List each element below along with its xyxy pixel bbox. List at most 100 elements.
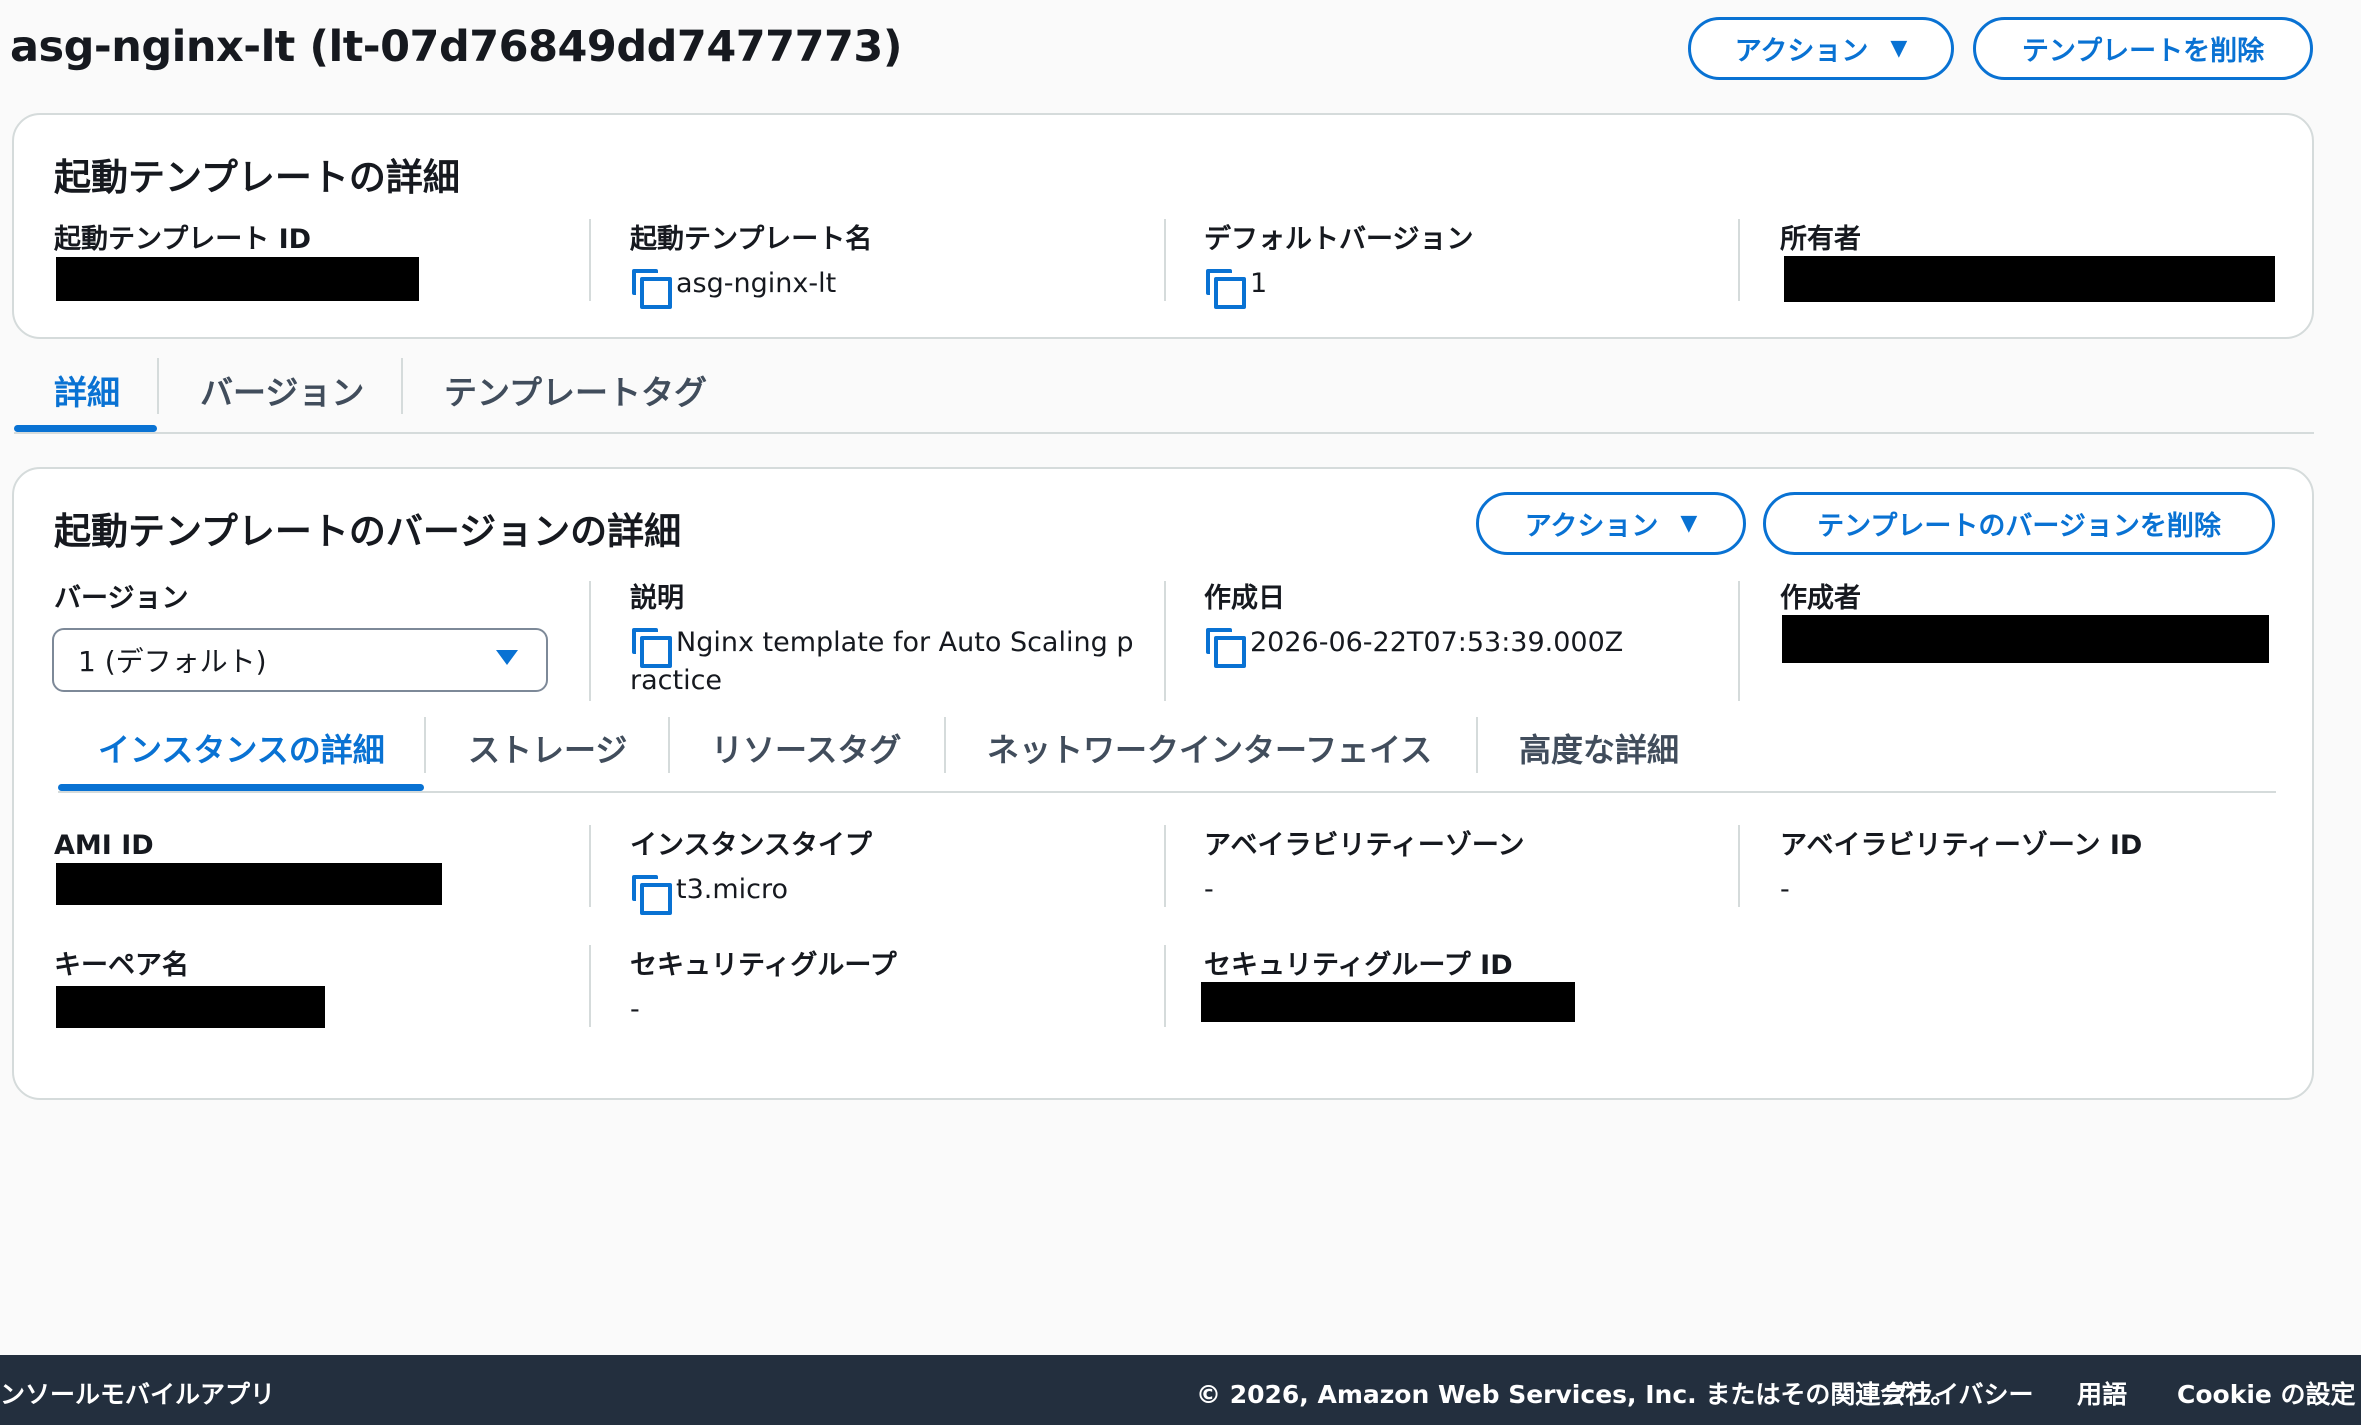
footer-copyright: © 2026, Amazon Web Services, Inc. またはその関… (1196, 1380, 1956, 1409)
delete-version-button[interactable]: テンプレートのバージョンを削除 (1763, 492, 2275, 555)
owner-redacted (1784, 256, 2275, 302)
version-details-title: 起動テンプレートのバージョンの詳細 (54, 510, 682, 553)
copy-icon[interactable] (1204, 626, 1246, 668)
version-select[interactable]: 1 (デフォルト) (52, 628, 548, 692)
delete-template-label: テンプレートを削除 (2021, 36, 2265, 67)
default-version-label: デフォルトバージョン (1204, 224, 1474, 255)
az-field: アベイラビリティーゾーン - (1204, 829, 1764, 909)
active-subtab-indicator (58, 784, 424, 791)
copy-icon[interactable] (630, 267, 672, 309)
template-details-card: 起動テンプレートの詳細 起動テンプレート ID 起動テンプレート名 asg-ng… (12, 113, 2314, 339)
page-title: asg-nginx-lt (lt-07d76849dd7477773) (10, 22, 903, 72)
tab-divider (668, 717, 670, 773)
az-id-label: アベイラビリティーゾーン ID (1780, 830, 2143, 861)
tab-versions[interactable]: バージョン (200, 366, 364, 414)
divider (589, 825, 591, 907)
instance-type-field: インスタンスタイプ t3.micro (630, 829, 1190, 915)
delete-template-button[interactable]: テンプレートを削除 (1973, 17, 2313, 80)
version-field: バージョン (54, 582, 614, 616)
page: asg-nginx-lt (lt-07d76849dd7477773) アクショ… (0, 0, 2361, 1425)
caret-down-icon: ▼ (1890, 36, 1908, 61)
footer-cookie-link[interactable]: Cookie の設定 (2177, 1375, 2356, 1411)
security-group-id-label: セキュリティグループ ID (1204, 950, 1513, 981)
tab-divider (424, 717, 426, 773)
ami-id-redacted (56, 863, 442, 905)
tab-divider (944, 717, 946, 773)
subtab-resource-tags[interactable]: リソースタグ (711, 725, 901, 771)
ami-id-label: AMI ID (54, 830, 154, 861)
template-name-field: 起動テンプレート名 asg-nginx-lt (630, 223, 1190, 309)
tabs-baseline (14, 432, 2314, 434)
template-id-redacted (56, 257, 419, 301)
version-label: バージョン (54, 583, 189, 614)
footer-mobile-app-link[interactable]: ンソールモバイルアプリ (0, 1375, 275, 1411)
security-group-value: - (630, 994, 640, 1025)
version-actions-label: アクション (1524, 511, 1659, 542)
divider (1164, 581, 1166, 701)
creator-field: 作成者 (1780, 582, 2340, 616)
keypair-label: キーペア名 (54, 950, 189, 981)
az-id-field: アベイラビリティーゾーン ID - (1780, 829, 2340, 909)
template-id-field: 起動テンプレート ID (54, 223, 614, 257)
divider (1164, 219, 1166, 301)
creator-label: 作成者 (1780, 583, 1861, 614)
caret-down-icon (496, 650, 518, 665)
divider (1164, 945, 1166, 1027)
actions-button-label: アクション (1734, 36, 1869, 67)
footer: ンソールモバイルアプリ © 2026, Amazon Web Services,… (0, 1355, 2361, 1425)
divider (589, 581, 591, 701)
description-value-line1: Nginx template for Auto Scaling p (676, 627, 1134, 658)
tab-divider (157, 358, 159, 414)
divider (1738, 825, 1740, 907)
footer-terms-link[interactable]: 用語 (2077, 1375, 2127, 1411)
instance-type-value: t3.micro (676, 874, 789, 905)
security-group-id-field: セキュリティグループ ID (1204, 949, 1764, 983)
divider (1164, 825, 1166, 907)
delete-version-label: テンプレートのバージョンを削除 (1817, 511, 2221, 542)
template-id-label: 起動テンプレート ID (54, 224, 312, 255)
default-version-value: 1 (1250, 268, 1268, 299)
template-name-value: asg-nginx-lt (676, 268, 837, 299)
divider (589, 945, 591, 1027)
footer-privacy-link[interactable]: プライバシー (1884, 1375, 2034, 1411)
creator-redacted (1782, 615, 2269, 663)
description-label: 説明 (630, 583, 684, 614)
az-label: アベイラビリティーゾーン (1204, 830, 1525, 861)
subtab-instance-details[interactable]: インスタンスの詳細 (98, 725, 385, 771)
subtab-storage[interactable]: ストレージ (468, 725, 627, 771)
tab-template-tags[interactable]: テンプレートタグ (444, 366, 707, 414)
created-value: 2026-06-22T07:53:39.000Z (1250, 627, 1624, 658)
subtab-network-interfaces[interactable]: ネットワークインターフェイス (987, 725, 1432, 771)
created-field: 作成日 2026-06-22T07:53:39.000Z (1204, 582, 1764, 668)
copy-icon[interactable] (1204, 267, 1246, 309)
owner-field: 所有者 (1780, 223, 2340, 257)
created-label: 作成日 (1204, 583, 1285, 614)
copy-icon[interactable] (630, 626, 672, 668)
divider (589, 219, 591, 301)
instance-type-label: インスタンスタイプ (630, 830, 872, 861)
template-details-title: 起動テンプレートの詳細 (54, 156, 460, 199)
ami-id-field: AMI ID (54, 829, 614, 863)
default-version-field: デフォルトバージョン 1 (1204, 223, 1764, 309)
description-field: 説明 Nginx template for Auto Scaling p rac… (630, 582, 1150, 700)
template-name-label: 起動テンプレート名 (630, 224, 873, 255)
version-actions-button[interactable]: アクション ▼ (1476, 492, 1746, 555)
security-group-field: セキュリティグループ - (630, 949, 1190, 1029)
keypair-redacted (56, 986, 325, 1028)
security-group-id-redacted (1201, 982, 1575, 1022)
subtab-advanced-details[interactable]: 高度な詳細 (1519, 725, 1679, 771)
divider (1738, 219, 1740, 301)
keypair-field: キーペア名 (54, 949, 614, 983)
az-id-value: - (1780, 874, 1790, 905)
caret-down-icon: ▼ (1680, 511, 1698, 536)
actions-button[interactable]: アクション ▼ (1688, 17, 1954, 80)
divider (1738, 581, 1740, 701)
version-details-card: 起動テンプレートのバージョンの詳細 アクション ▼ テンプレートのバージョンを削… (12, 467, 2314, 1100)
az-value: - (1204, 874, 1214, 905)
tab-details[interactable]: 詳細 (54, 366, 120, 414)
tab-divider (1476, 717, 1478, 773)
active-tab-indicator (14, 425, 157, 432)
copy-icon[interactable] (630, 873, 672, 915)
tab-divider (401, 358, 403, 414)
version-select-value: 1 (デフォルト) (78, 645, 267, 678)
